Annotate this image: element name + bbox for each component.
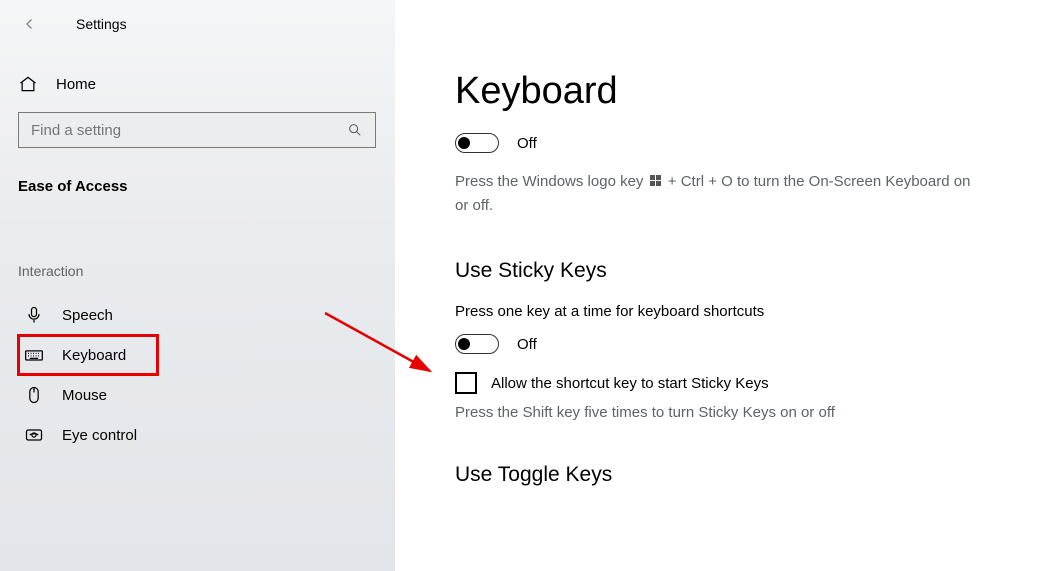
- toggle-knob: [458, 137, 470, 149]
- sidebar-item-eye-control[interactable]: Eye control: [18, 415, 377, 455]
- group-label: Interaction: [18, 263, 377, 279]
- title-row: Settings: [18, 12, 377, 36]
- sticky-hint: Press the Shift key five times to turn S…: [455, 404, 1012, 421]
- main-content: Keyboard Off Press the Windows logo key …: [395, 0, 1052, 571]
- search-box[interactable]: [18, 112, 376, 148]
- eye-control-icon: [24, 425, 44, 445]
- mouse-icon: [24, 385, 44, 405]
- app-title: Settings: [76, 16, 127, 32]
- sticky-toggle[interactable]: [455, 334, 499, 354]
- microphone-icon: [24, 305, 44, 325]
- back-arrow-icon: [21, 15, 39, 33]
- sticky-heading: Use Sticky Keys: [455, 259, 1012, 283]
- osk-toggle-row: Off: [455, 133, 1012, 153]
- sticky-toggle-label: Off: [517, 336, 537, 353]
- toggle-knob: [458, 338, 470, 350]
- osk-hint-pre: Press the Windows logo key: [455, 173, 648, 190]
- sticky-shortcut-checkbox[interactable]: [455, 372, 477, 394]
- sidebar-item-speech[interactable]: Speech: [18, 295, 377, 335]
- search-input[interactable]: [31, 122, 347, 139]
- sticky-toggle-row: Off: [455, 334, 1012, 354]
- back-button[interactable]: [18, 12, 42, 36]
- settings-sidebar: Settings Home Ease of Access Interaction…: [0, 0, 395, 571]
- home-icon: [18, 74, 38, 94]
- sidebar-item-label: Speech: [62, 307, 113, 324]
- search-icon: [347, 122, 363, 138]
- osk-toggle[interactable]: [455, 133, 499, 153]
- section-title: Ease of Access: [18, 178, 377, 195]
- sidebar-item-mouse[interactable]: Mouse: [18, 375, 377, 415]
- keyboard-icon: [24, 345, 44, 365]
- sidebar-item-label: Eye control: [62, 427, 137, 444]
- sidebar-item-label: Mouse: [62, 387, 107, 404]
- sticky-desc: Press one key at a time for keyboard sho…: [455, 303, 1012, 320]
- osk-toggle-label: Off: [517, 135, 537, 152]
- osk-helper-text: Press the Windows logo key + Ctrl + O to…: [455, 171, 975, 217]
- sticky-checkbox-label: Allow the shortcut key to start Sticky K…: [491, 375, 769, 392]
- windows-logo-icon: [650, 172, 662, 195]
- nav-home[interactable]: Home: [18, 68, 377, 112]
- page-title: Keyboard: [455, 70, 1012, 113]
- home-label: Home: [56, 76, 96, 93]
- sidebar-item-label: Keyboard: [62, 347, 126, 364]
- sticky-shortcut-row: Allow the shortcut key to start Sticky K…: [455, 372, 1012, 394]
- sidebar-item-keyboard[interactable]: Keyboard: [18, 335, 158, 375]
- toggle-heading: Use Toggle Keys: [455, 463, 1012, 487]
